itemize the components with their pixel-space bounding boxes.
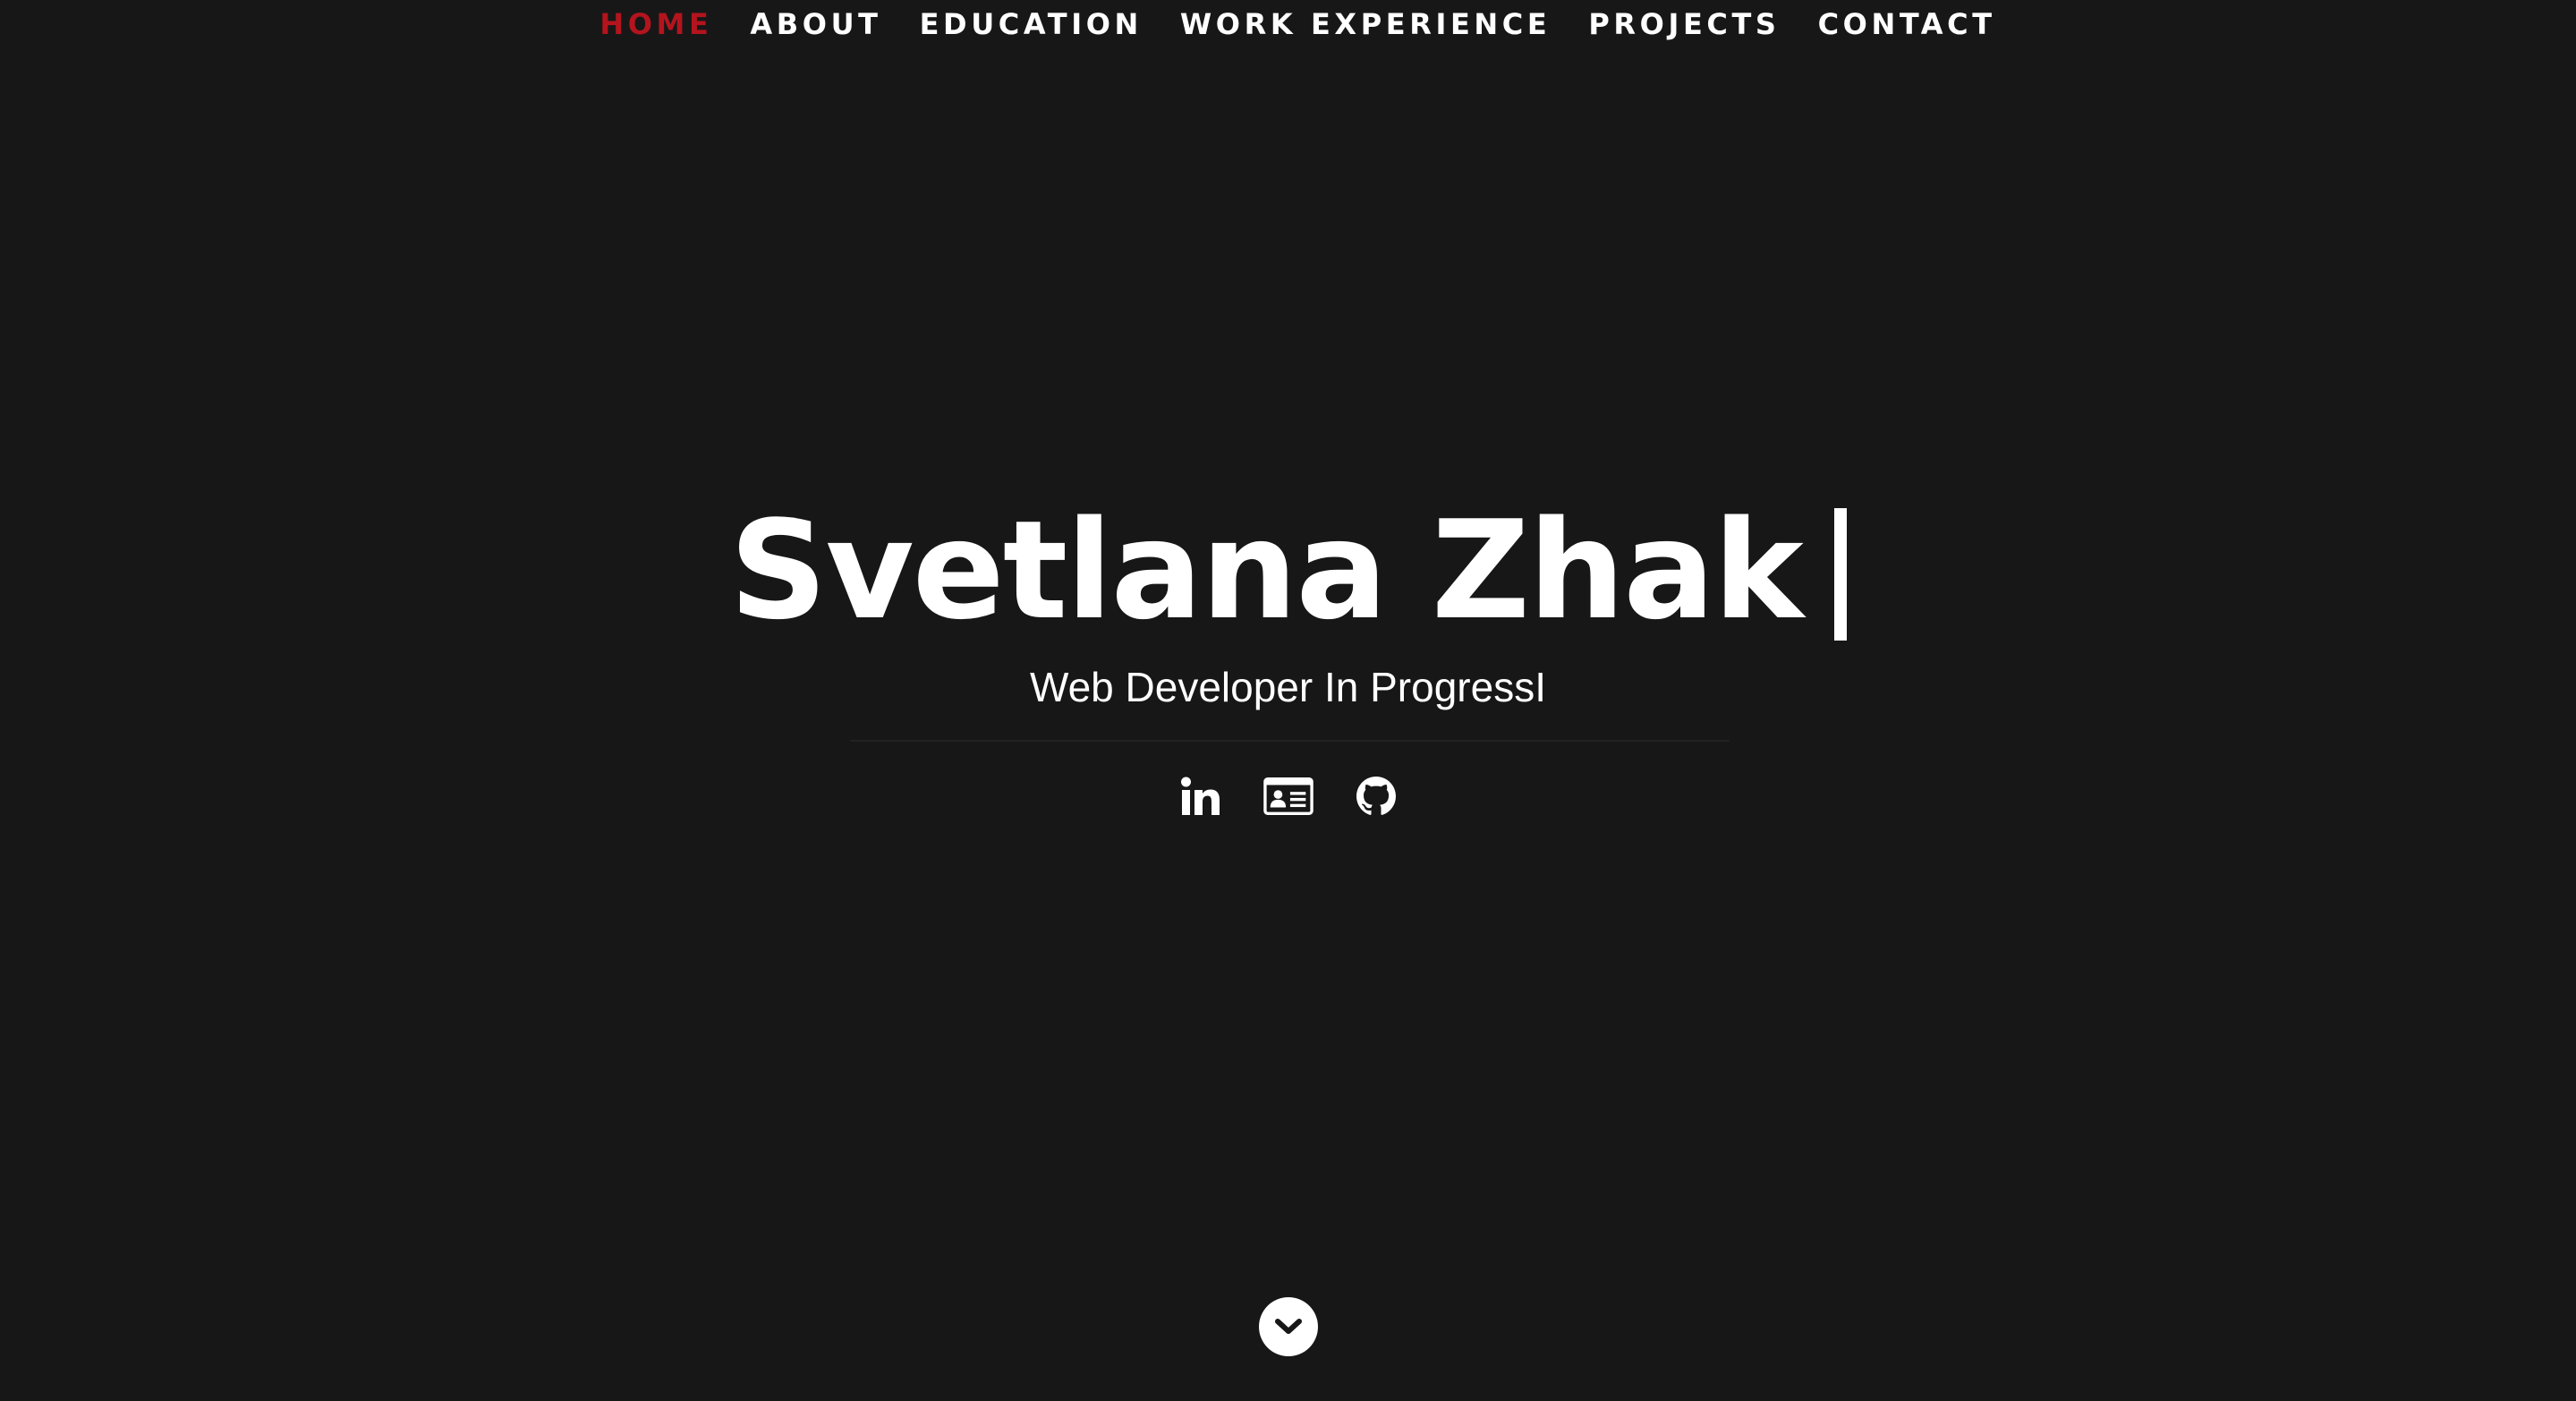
linkedin-link[interactable] (1176, 771, 1226, 821)
resume-link[interactable] (1262, 771, 1314, 821)
nav-item-projects[interactable]: PROJECTS (1569, 0, 1798, 48)
hero-subtitle: Web Developer In ProgressI (1030, 664, 1546, 710)
divider (850, 740, 1730, 742)
hero-name-text: Svetlana Zhak (729, 491, 1804, 650)
nav-item-education[interactable]: EDUCATION (901, 0, 1161, 48)
github-icon (1356, 777, 1396, 815)
nav-item-about[interactable]: ABOUT (731, 0, 900, 48)
top-navigation: HOME ABOUT EDUCATION WORK EXPERIENCE PRO… (0, 0, 2576, 48)
social-links (0, 771, 2576, 821)
typing-cursor (1833, 508, 1847, 641)
github-link[interactable] (1351, 771, 1401, 821)
nav-item-contact[interactable]: CONTACT (1799, 0, 2015, 48)
id-card-icon (1262, 777, 1314, 815)
hero-name-heading: Svetlana Zhak (0, 490, 2576, 651)
linkedin-icon (1180, 777, 1220, 815)
scroll-down-button[interactable] (1259, 1297, 1318, 1356)
chevron-down-icon (1275, 1319, 1302, 1334)
page: HOME ABOUT EDUCATION WORK EXPERIENCE PRO… (0, 0, 2576, 1401)
nav-item-work-experience[interactable]: WORK EXPERIENCE (1161, 0, 1569, 48)
nav-item-home[interactable]: HOME (581, 0, 731, 48)
nav-list: HOME ABOUT EDUCATION WORK EXPERIENCE PRO… (581, 0, 2014, 48)
